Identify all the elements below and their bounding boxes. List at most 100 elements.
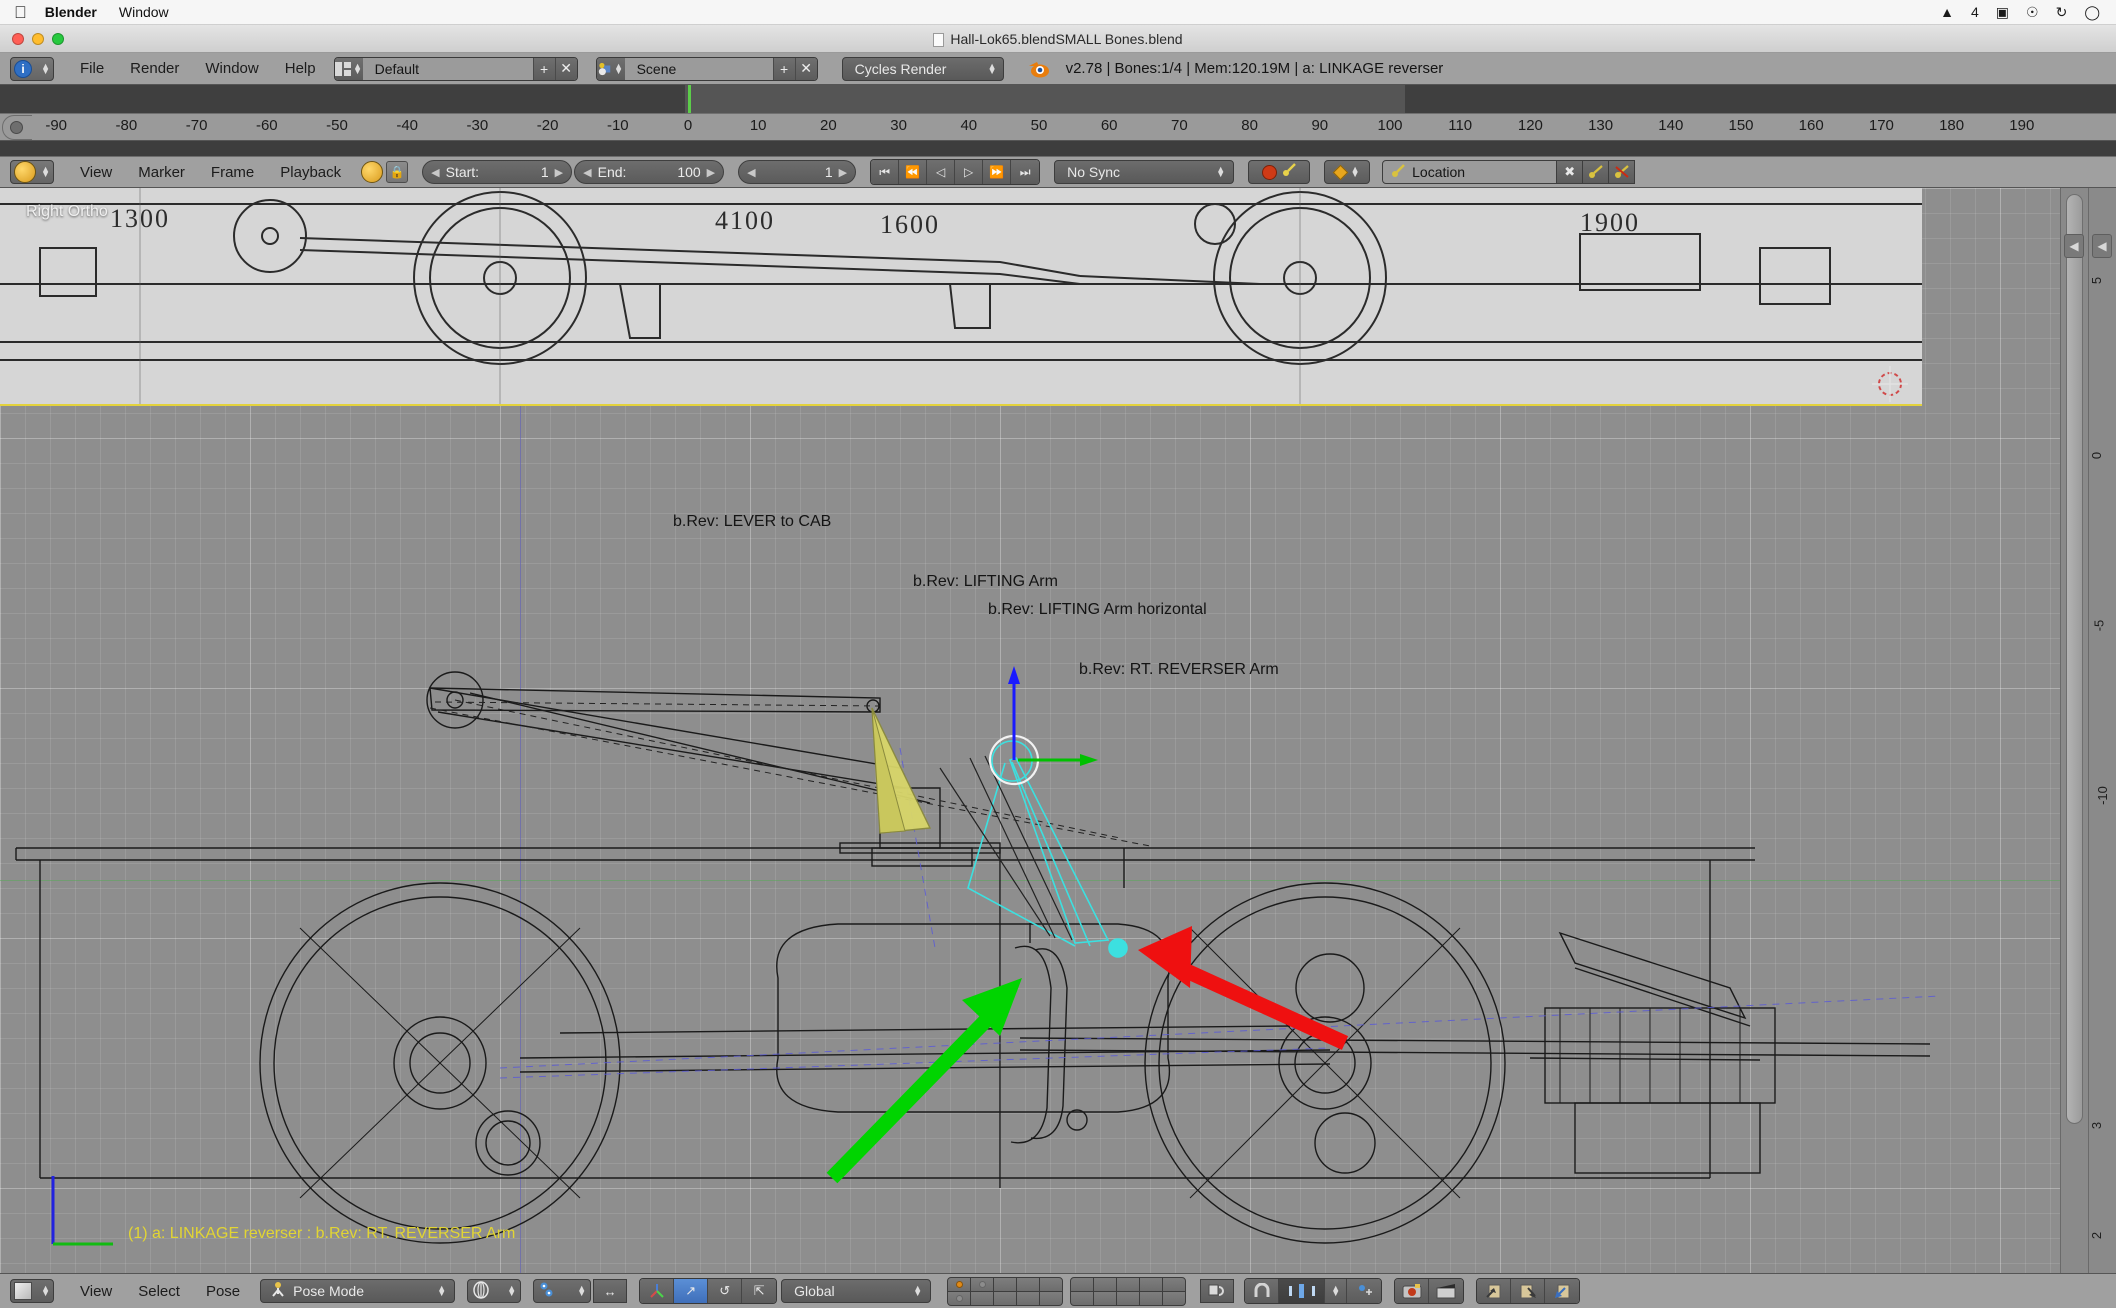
layer-cell[interactable] [1017,1277,1040,1291]
viewport-lower-rail[interactable]: 32 [2088,1068,2116,1273]
insert-keyframe-icon[interactable] [1583,160,1610,184]
layer-grid-second[interactable] [1070,1276,1187,1306]
delete-keyframe-icon[interactable] [1609,160,1636,184]
end-frame-field[interactable]: ◀ End: 100 ▶ [574,160,725,184]
layer-cell[interactable] [948,1277,971,1291]
menu-render[interactable]: Render [130,60,179,77]
viewport-vertical-scroll-rail[interactable]: ◀ [2060,188,2088,1273]
region-toggle-right-icon[interactable]: ◀ [2092,234,2112,258]
pivot-point-selector[interactable]: ▲ ▼ [533,1279,592,1303]
render-animation-icon[interactable] [1429,1279,1464,1303]
layer-cell[interactable] [1117,1277,1140,1291]
active-app-name[interactable]: Blender [45,4,97,20]
keying-set-field[interactable]: Location [1382,160,1558,184]
copy-pose-icon[interactable] [1477,1279,1512,1303]
jump-forward-keyframe-icon[interactable]: ⏩ [983,160,1012,184]
chat-icon[interactable]: ◯ [2084,4,2100,21]
viewport-menu-pose[interactable]: Pose [206,1283,240,1300]
decrement-icon[interactable]: ◀ [583,166,591,179]
proportional-edit-icon[interactable] [1279,1279,1326,1303]
layer-cell[interactable] [1071,1277,1094,1291]
layer-cell[interactable] [1071,1291,1094,1305]
viewport-vertical-scrollbar[interactable] [2066,194,2083,1124]
scene-name-value[interactable]: Scene [624,57,773,80]
play-icon[interactable]: ▷ [955,160,984,184]
timeline-menu-playback[interactable]: Playback [280,164,341,181]
magnet-icon[interactable] [1245,1279,1280,1303]
decrement-icon[interactable]: ◀ [747,166,755,179]
ruler-knob-icon[interactable] [10,121,23,134]
timeline-menu-marker[interactable]: Marker [138,164,185,181]
menu-help[interactable]: Help [285,60,316,77]
paste-flipped-pose-icon[interactable] [1545,1279,1580,1303]
editor-type-selector-timeline[interactable]: ▲ ▼ [10,160,54,184]
macos-menu-window[interactable]: Window [119,4,169,20]
playhead[interactable] [688,85,691,113]
viewport-n-panel-rail[interactable]: 5 0 -5 -10 ◀ [2088,188,2116,1068]
accessibility-icon[interactable]: ☉ [2026,4,2039,21]
increment-icon[interactable]: ▶ [839,166,847,179]
layer-cell[interactable] [948,1291,971,1305]
layer-cell[interactable] [1140,1291,1163,1305]
layer-cell[interactable] [1040,1277,1063,1291]
region-toggle-left-icon[interactable]: ◀ [2064,234,2084,258]
translate-manipulator-icon[interactable]: ↗ [674,1279,709,1303]
layer-cell[interactable] [1163,1277,1186,1291]
scene-selector[interactable]: ▲ ▼ Scene + ✕ [595,56,818,81]
viewport-menu-view[interactable]: View [80,1283,112,1300]
adobe-icon[interactable]: ▲ [1940,4,1954,20]
layer-cell[interactable] [1017,1291,1040,1305]
decrement-icon[interactable]: ◀ [431,166,439,179]
screen-layout-selector[interactable]: ▲ ▼ Default + ✕ [333,56,578,81]
timeline-ruler[interactable]: -90 -80 -70 -60 -50 -40 -30 -20 -10 0 10 20 30 40 50 60… [0,113,2116,141]
time-machine-icon[interactable]: ↻ [2056,4,2068,21]
play-reverse-icon[interactable]: ◁ [927,160,956,184]
render-image-icon[interactable] [1395,1279,1430,1303]
layer-cell[interactable] [1117,1291,1140,1305]
layer-cell[interactable] [1040,1291,1063,1305]
viewport-shading-selector[interactable]: ▲ ▼ [467,1279,522,1303]
manipulator-icon[interactable] [640,1279,675,1303]
jump-to-end-icon[interactable]: ⏭ [1011,160,1040,184]
interaction-mode-selector[interactable]: Pose Mode ▲ ▼ [260,1279,456,1303]
clear-keying-set-icon[interactable]: ✖ [1557,160,1584,184]
screen-layout-value[interactable]: Default [362,57,533,80]
paste-pose-icon[interactable] [1511,1279,1546,1303]
jump-back-keyframe-icon[interactable]: ⏪ [899,160,928,184]
chevron-updown-icon[interactable]: ▲ ▼ [1325,1279,1348,1303]
increment-icon[interactable]: ▶ [707,166,715,179]
viewport-menu-select[interactable]: Select [138,1283,180,1300]
rotate-manipulator-icon[interactable]: ↺ [708,1279,743,1303]
apple-logo-icon[interactable]:  [14,4,27,21]
render-engine-selector[interactable]: Cycles Render ▲ ▼ [841,56,1004,81]
scale-manipulator-icon[interactable]: ⇱ [742,1279,777,1303]
clock-icon[interactable] [361,161,384,183]
delete-layout-button[interactable]: ✕ [554,57,577,80]
x-mirror-icon[interactable]: ↔ [593,1279,628,1303]
layer-cell[interactable] [971,1291,994,1305]
editor-type-selector-info[interactable]: i ▲ ▼ [10,56,54,81]
delete-scene-button[interactable]: ✕ [794,57,817,80]
layer-cell[interactable] [1094,1291,1117,1305]
screenshot-icon[interactable]: ▣ [1996,4,2009,21]
layer-grid-first[interactable] [947,1276,1064,1306]
jump-to-start-icon[interactable]: ⏮ [871,160,900,184]
auto-keying-toggle[interactable] [1248,160,1311,184]
add-scene-button[interactable]: + [772,57,795,80]
start-frame-field[interactable]: ◀ Start: 1 ▶ [422,160,573,184]
sync-mode-selector[interactable]: No Sync ▲ ▼ [1054,160,1235,184]
lock-icon[interactable]: 🔒 [386,161,409,183]
layer-cell[interactable] [1140,1277,1163,1291]
increment-icon[interactable]: ▶ [555,166,563,179]
3d-viewport[interactable]: 1300 4100 1600 1900 Right Ortho b.Rev: L… [0,188,2060,1273]
snap-icon[interactable] [1200,1279,1235,1303]
layer-cell[interactable] [994,1277,1017,1291]
timeline-scrub-area[interactable]: -90 -80 -70 -60 -50 -40 -30 -20 -10 0 10 20 30 40 50 60… [0,85,2116,141]
layer-cell[interactable] [1094,1277,1117,1291]
timeline-menu-view[interactable]: View [80,164,112,181]
transform-orientation-selector[interactable]: Global ▲ ▼ [781,1279,932,1303]
editor-type-selector-3dview[interactable]: ▲ ▼ [10,1279,54,1303]
layer-cell[interactable] [971,1277,994,1291]
add-layout-button[interactable]: + [532,57,555,80]
timeline-menu-frame[interactable]: Frame [211,164,254,181]
